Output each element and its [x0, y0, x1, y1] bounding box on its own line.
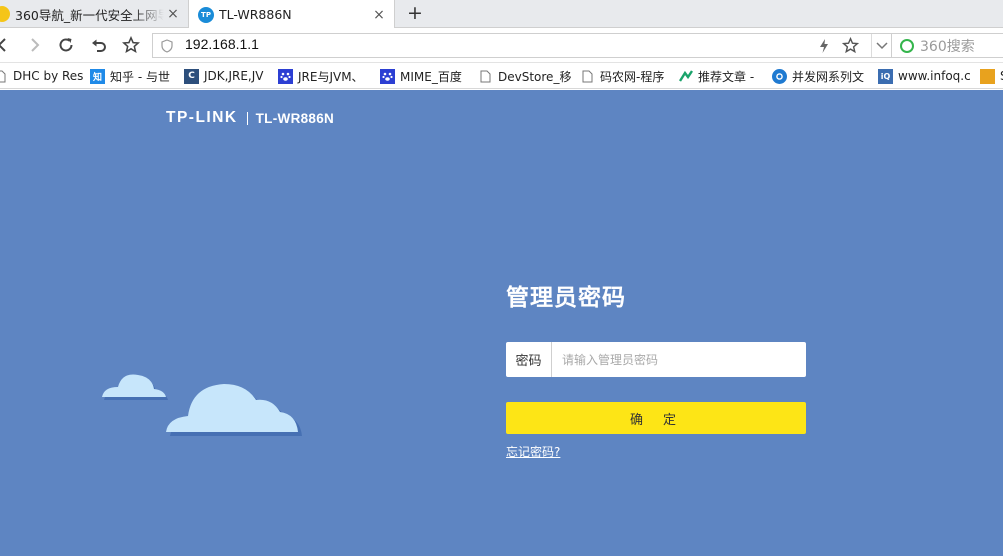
paw-icon — [380, 68, 395, 84]
close-tab-icon[interactable]: × — [164, 6, 182, 22]
s-icon — [980, 68, 995, 84]
forward-icon[interactable] — [23, 34, 45, 56]
bookmark-label: www.infoq.c — [898, 69, 971, 83]
tab-360-navigation[interactable]: 360导航_新一代安全上网导航 × — [0, 0, 188, 28]
password-input[interactable] — [552, 342, 806, 377]
clouds-illustration — [102, 374, 302, 436]
tab-title: TL-WR886N — [219, 7, 292, 22]
bookmark-item[interactable]: S — [980, 67, 1003, 85]
bookmark-star-icon[interactable] — [841, 36, 860, 58]
bookmark-item[interactable]: 码农网-程序 — [580, 67, 664, 85]
bookmark-label: DHC by Res — [13, 69, 84, 83]
bookmark-item[interactable]: 并发网系列文 — [772, 67, 864, 85]
bookmark-item[interactable]: 推荐文章 - — [678, 67, 754, 85]
small-cloud-icon — [102, 374, 168, 400]
bookmark-label: JRE与JVM、 — [298, 69, 364, 84]
url-text: 192.168.1.1 — [185, 36, 259, 52]
doc-icon — [0, 69, 8, 84]
bookmark-item[interactable]: DevStore_移 — [478, 67, 571, 85]
model-name: TL-WR886N — [255, 110, 335, 126]
brand-divider — [246, 111, 248, 125]
address-bar[interactable]: 192.168.1.1 — [152, 33, 891, 58]
bookmark-item[interactable]: JRE与JVM、 — [278, 67, 364, 85]
zhihu-icon: 知 — [90, 68, 105, 84]
bookmark-item[interactable]: C JDK,JRE,JV — [184, 67, 263, 85]
search-placeholder: 360搜索 — [920, 38, 975, 55]
close-tab-icon[interactable]: × — [370, 7, 388, 23]
shield-icon — [161, 38, 173, 57]
header-brand: TP-LINK TL-WR886N — [166, 109, 334, 127]
tp-link-logo: TP-LINK — [166, 109, 238, 126]
360-favicon-icon — [0, 6, 10, 22]
bookmark-label: 知乎 - 与世 — [110, 69, 170, 84]
search-box[interactable]: 360搜索 — [891, 33, 1003, 58]
tab-strip: 360导航_新一代安全上网导航 × TP TL-WR886N × + — [0, 0, 1003, 29]
lightning-icon[interactable] — [819, 38, 829, 57]
bookmark-label: 推荐文章 - — [698, 69, 755, 84]
bookmark-item[interactable]: 知 知乎 - 与世 — [90, 67, 170, 85]
bookmark-item[interactable]: DHC by Res — [0, 67, 83, 85]
page-icon — [478, 69, 493, 84]
reload-icon[interactable] — [55, 34, 77, 56]
bookmark-label: DevStore_移 — [498, 69, 572, 84]
confirm-button[interactable]: 确定 — [506, 402, 806, 434]
360-search-icon — [900, 38, 914, 53]
bookmark-label: MIME_百度 — [400, 69, 462, 84]
back-icon[interactable] — [0, 34, 14, 56]
bookmarks-bar: DHC by Res 知 知乎 - 与世 C JDK,JRE,JV JRE与JV… — [0, 63, 1003, 89]
c-icon: C — [184, 68, 199, 84]
large-cloud-icon — [166, 384, 302, 436]
password-label: 密码 — [506, 342, 552, 377]
new-tab-button[interactable]: + — [404, 2, 426, 24]
bookmark-item[interactable]: iQ www.infoq.c — [878, 67, 971, 85]
tp-link-favicon-icon: TP — [198, 6, 214, 23]
bookmark-item[interactable]: MIME_百度 — [380, 67, 462, 85]
page-icon — [580, 69, 595, 84]
bookmark-label: 码农网-程序 — [600, 69, 665, 84]
infoq-icon: iQ — [878, 68, 893, 84]
password-field: 密码 — [506, 342, 806, 377]
chevron-down-icon[interactable] — [871, 34, 892, 57]
bookmark-label: JDK,JRE,JV — [204, 69, 264, 83]
tab-tl-wr886n[interactable]: TP TL-WR886N × — [188, 0, 395, 29]
undo-icon[interactable] — [88, 34, 110, 56]
login-title: 管理员密码 — [506, 285, 626, 311]
navigation-bar: 192.168.1.1 360搜索 — [0, 28, 1003, 63]
forgot-password-link[interactable]: 忘记密码? — [506, 443, 560, 460]
star-icon[interactable] — [120, 34, 142, 56]
router-login-page: TP-LINK TL-WR886N 管理员密码 密码 确定 忘记密码? — [0, 90, 1003, 556]
bookmark-label: 并发网系列文 — [792, 69, 865, 84]
paw-icon — [278, 68, 293, 84]
leaf-icon — [678, 69, 693, 84]
tab-title: 360导航_新一代安全上网导航 — [15, 7, 164, 23]
gear-icon — [772, 68, 787, 84]
